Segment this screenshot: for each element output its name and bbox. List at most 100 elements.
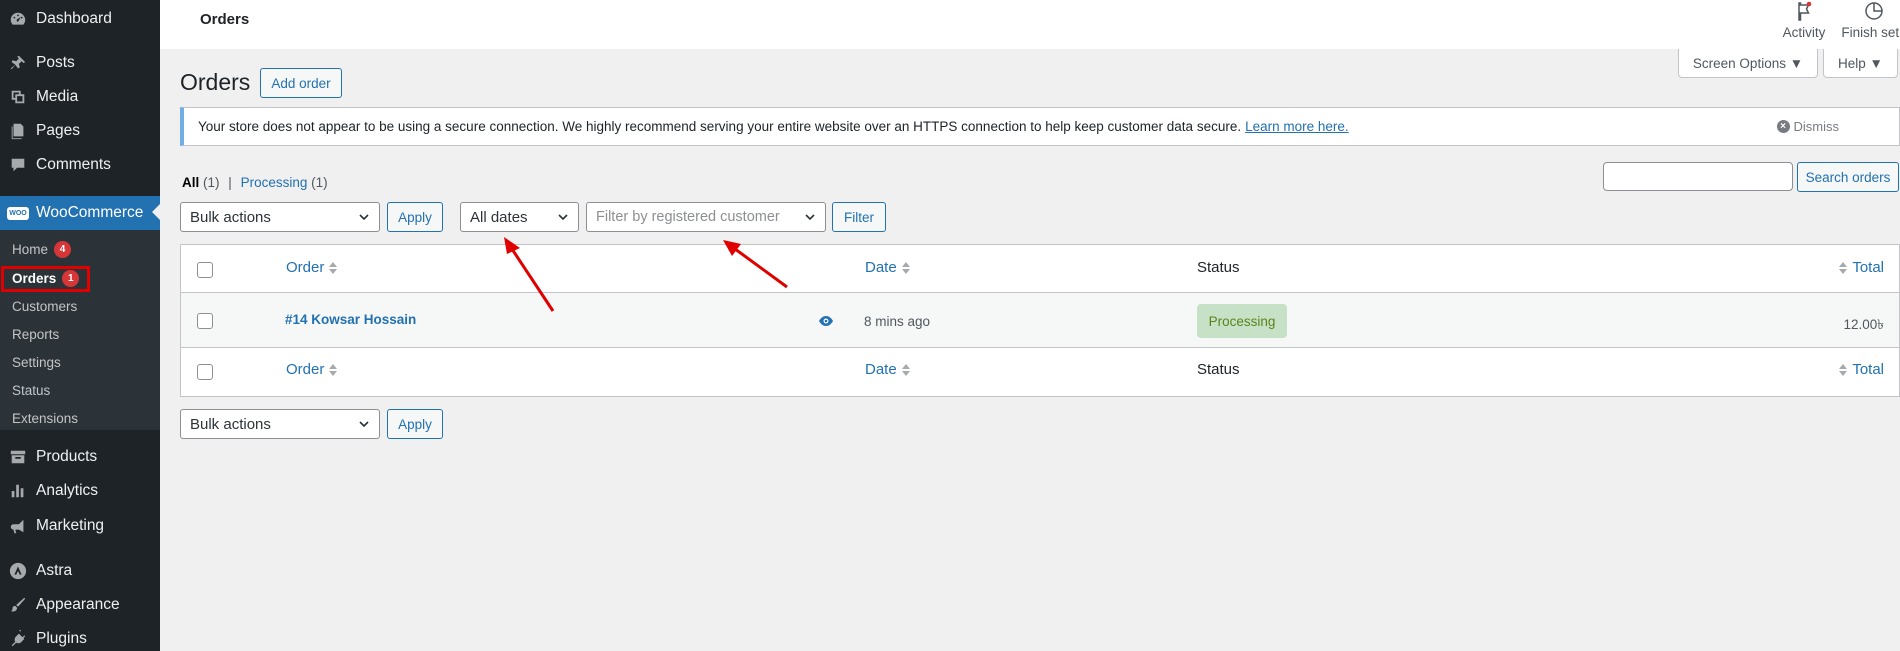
media-icon [0, 88, 36, 106]
column-status: Status [1197, 259, 1240, 276]
column-total-sort[interactable]: Total [1839, 259, 1884, 276]
sidebar-item-plugins[interactable]: Plugins [0, 623, 160, 651]
sidebar-item-appearance[interactable]: Appearance [0, 589, 160, 621]
column-order-sort-footer[interactable]: Order [286, 361, 338, 378]
woo-icon: WOO [0, 206, 36, 220]
admin-sidebar: Dashboard Posts Media Pages Comments WOO… [0, 0, 160, 651]
submenu-item-extensions[interactable]: Extensions [12, 407, 78, 429]
comment-icon [0, 156, 36, 174]
filter-all-link[interactable]: All (1) [182, 175, 220, 190]
chevron-down-icon [558, 214, 568, 221]
order-total: 12.00৳ [1843, 317, 1884, 332]
apply-button[interactable]: Apply [387, 202, 443, 232]
customer-filter-select[interactable]: Filter by registered customer [586, 202, 826, 232]
notification-badge: 4 [54, 240, 72, 258]
progress-circle-icon [1865, 2, 1883, 20]
bulk-actions-select[interactable]: Bulk actions [180, 202, 380, 232]
sidebar-item-astra[interactable]: Astra [0, 555, 160, 587]
close-icon: × [1776, 120, 1790, 133]
sidebar-item-label: WooCommerce [36, 204, 144, 221]
astra-icon [0, 562, 36, 580]
row-checkbox[interactable] [197, 313, 213, 329]
filter-processing-link[interactable]: Processing (1) [241, 175, 328, 190]
sidebar-item-products[interactable]: Products [0, 441, 160, 473]
sort-icon [329, 363, 338, 376]
submenu-item-status[interactable]: Status [12, 379, 50, 401]
bulk-actions-select-bottom[interactable]: Bulk actions [180, 409, 380, 439]
sidebar-item-posts[interactable]: Posts [0, 47, 160, 79]
woocommerce-header: Orders Activity Finish setu [160, 0, 1900, 49]
sidebar-item-marketing[interactable]: Marketing [0, 510, 160, 542]
order-link[interactable]: #14 Kowsar Hossain [285, 312, 416, 327]
search-orders-button[interactable]: Search orders [1797, 162, 1899, 192]
sort-icon [901, 363, 910, 376]
screen-options-button[interactable]: Screen Options ▼ [1678, 49, 1818, 78]
order-date: 8 mins ago [864, 314, 931, 329]
sidebar-item-label: Media [36, 88, 79, 105]
https-notice: Your store does not appear to be using a… [180, 107, 1900, 146]
finish-setup-button[interactable]: Finish setu [1834, 0, 1900, 49]
sort-icon [329, 261, 338, 274]
sidebar-item-label: Products [36, 448, 98, 465]
learn-more-link[interactable]: Learn more here. [1245, 119, 1349, 134]
sidebar-item-dashboard[interactable]: Dashboard [0, 3, 160, 35]
pin-icon [0, 54, 36, 72]
megaphone-icon [0, 517, 36, 535]
eye-icon[interactable] [818, 313, 834, 329]
sidebar-item-woocommerce[interactable]: WOO WooCommerce [0, 196, 160, 230]
sort-icon [901, 261, 910, 274]
table-header-row: Order Date Status Total [181, 245, 1899, 293]
dismiss-button[interactable]: × Dismiss [1776, 119, 1839, 134]
orders-table: Order Date Status Total #14 Kowsar Hossa… [180, 244, 1900, 397]
dates-select[interactable]: All dates [460, 202, 579, 232]
sidebar-item-comments[interactable]: Comments [0, 149, 160, 181]
sidebar-item-label: Comments [36, 156, 111, 173]
sidebar-item-label: Appearance [36, 596, 120, 613]
page-title: Orders [180, 69, 251, 95]
status-badge: Processing [1197, 304, 1287, 338]
filter-button[interactable]: Filter [832, 202, 886, 232]
activity-button[interactable]: Activity [1764, 0, 1844, 49]
flag-icon [1798, 1, 1812, 21]
search-orders-input[interactable] [1603, 162, 1793, 191]
dashboard-icon [0, 10, 36, 28]
column-status-footer: Status [1197, 361, 1240, 378]
notice-text: Your store does not appear to be using a… [198, 119, 1242, 134]
sidebar-item-pages[interactable]: Pages [0, 115, 160, 147]
chevron-down-icon [805, 214, 815, 221]
column-order-sort[interactable]: Order [286, 259, 338, 276]
status-filter-links: All (1) | Processing (1) [182, 175, 328, 190]
sort-icon [1839, 363, 1848, 376]
sidebar-item-media[interactable]: Media [0, 81, 160, 113]
annotation-highlight-box [1, 266, 90, 292]
header-page-title: Orders [200, 11, 250, 28]
apply-button-bottom[interactable]: Apply [387, 409, 443, 439]
help-button[interactable]: Help ▼ [1823, 49, 1898, 78]
column-date-sort[interactable]: Date [865, 259, 910, 276]
submenu-item-reports[interactable]: Reports [12, 323, 59, 345]
sidebar-item-label: Dashboard [36, 10, 112, 27]
chevron-down-icon [359, 214, 369, 221]
table-footer-row: Order Date Status Total [181, 348, 1899, 396]
bar-chart-icon [0, 482, 36, 500]
column-date-sort-footer[interactable]: Date [865, 361, 910, 378]
select-all-checkbox-footer[interactable] [197, 364, 213, 380]
submenu-item-settings[interactable]: Settings [12, 351, 61, 373]
sidebar-item-label: Posts [36, 54, 75, 71]
sidebar-item-label: Pages [36, 122, 80, 139]
pages-icon [0, 122, 36, 140]
sidebar-item-label: Plugins [36, 630, 87, 647]
submenu-item-home[interactable]: Home 4 [12, 238, 72, 260]
sidebar-item-label: Analytics [36, 482, 99, 499]
plug-icon [0, 630, 36, 648]
sidebar-item-analytics[interactable]: Analytics [0, 475, 160, 507]
brush-icon [0, 596, 36, 614]
column-total-sort-footer[interactable]: Total [1839, 361, 1884, 378]
select-all-checkbox[interactable] [197, 262, 213, 278]
add-order-button[interactable]: Add order [260, 68, 342, 98]
chevron-down-icon [359, 421, 369, 428]
sidebar-item-label: Marketing [36, 517, 105, 534]
archive-icon [0, 448, 36, 466]
table-row[interactable]: #14 Kowsar Hossain 8 mins ago Processing… [181, 293, 1899, 348]
submenu-item-customers[interactable]: Customers [12, 295, 77, 317]
